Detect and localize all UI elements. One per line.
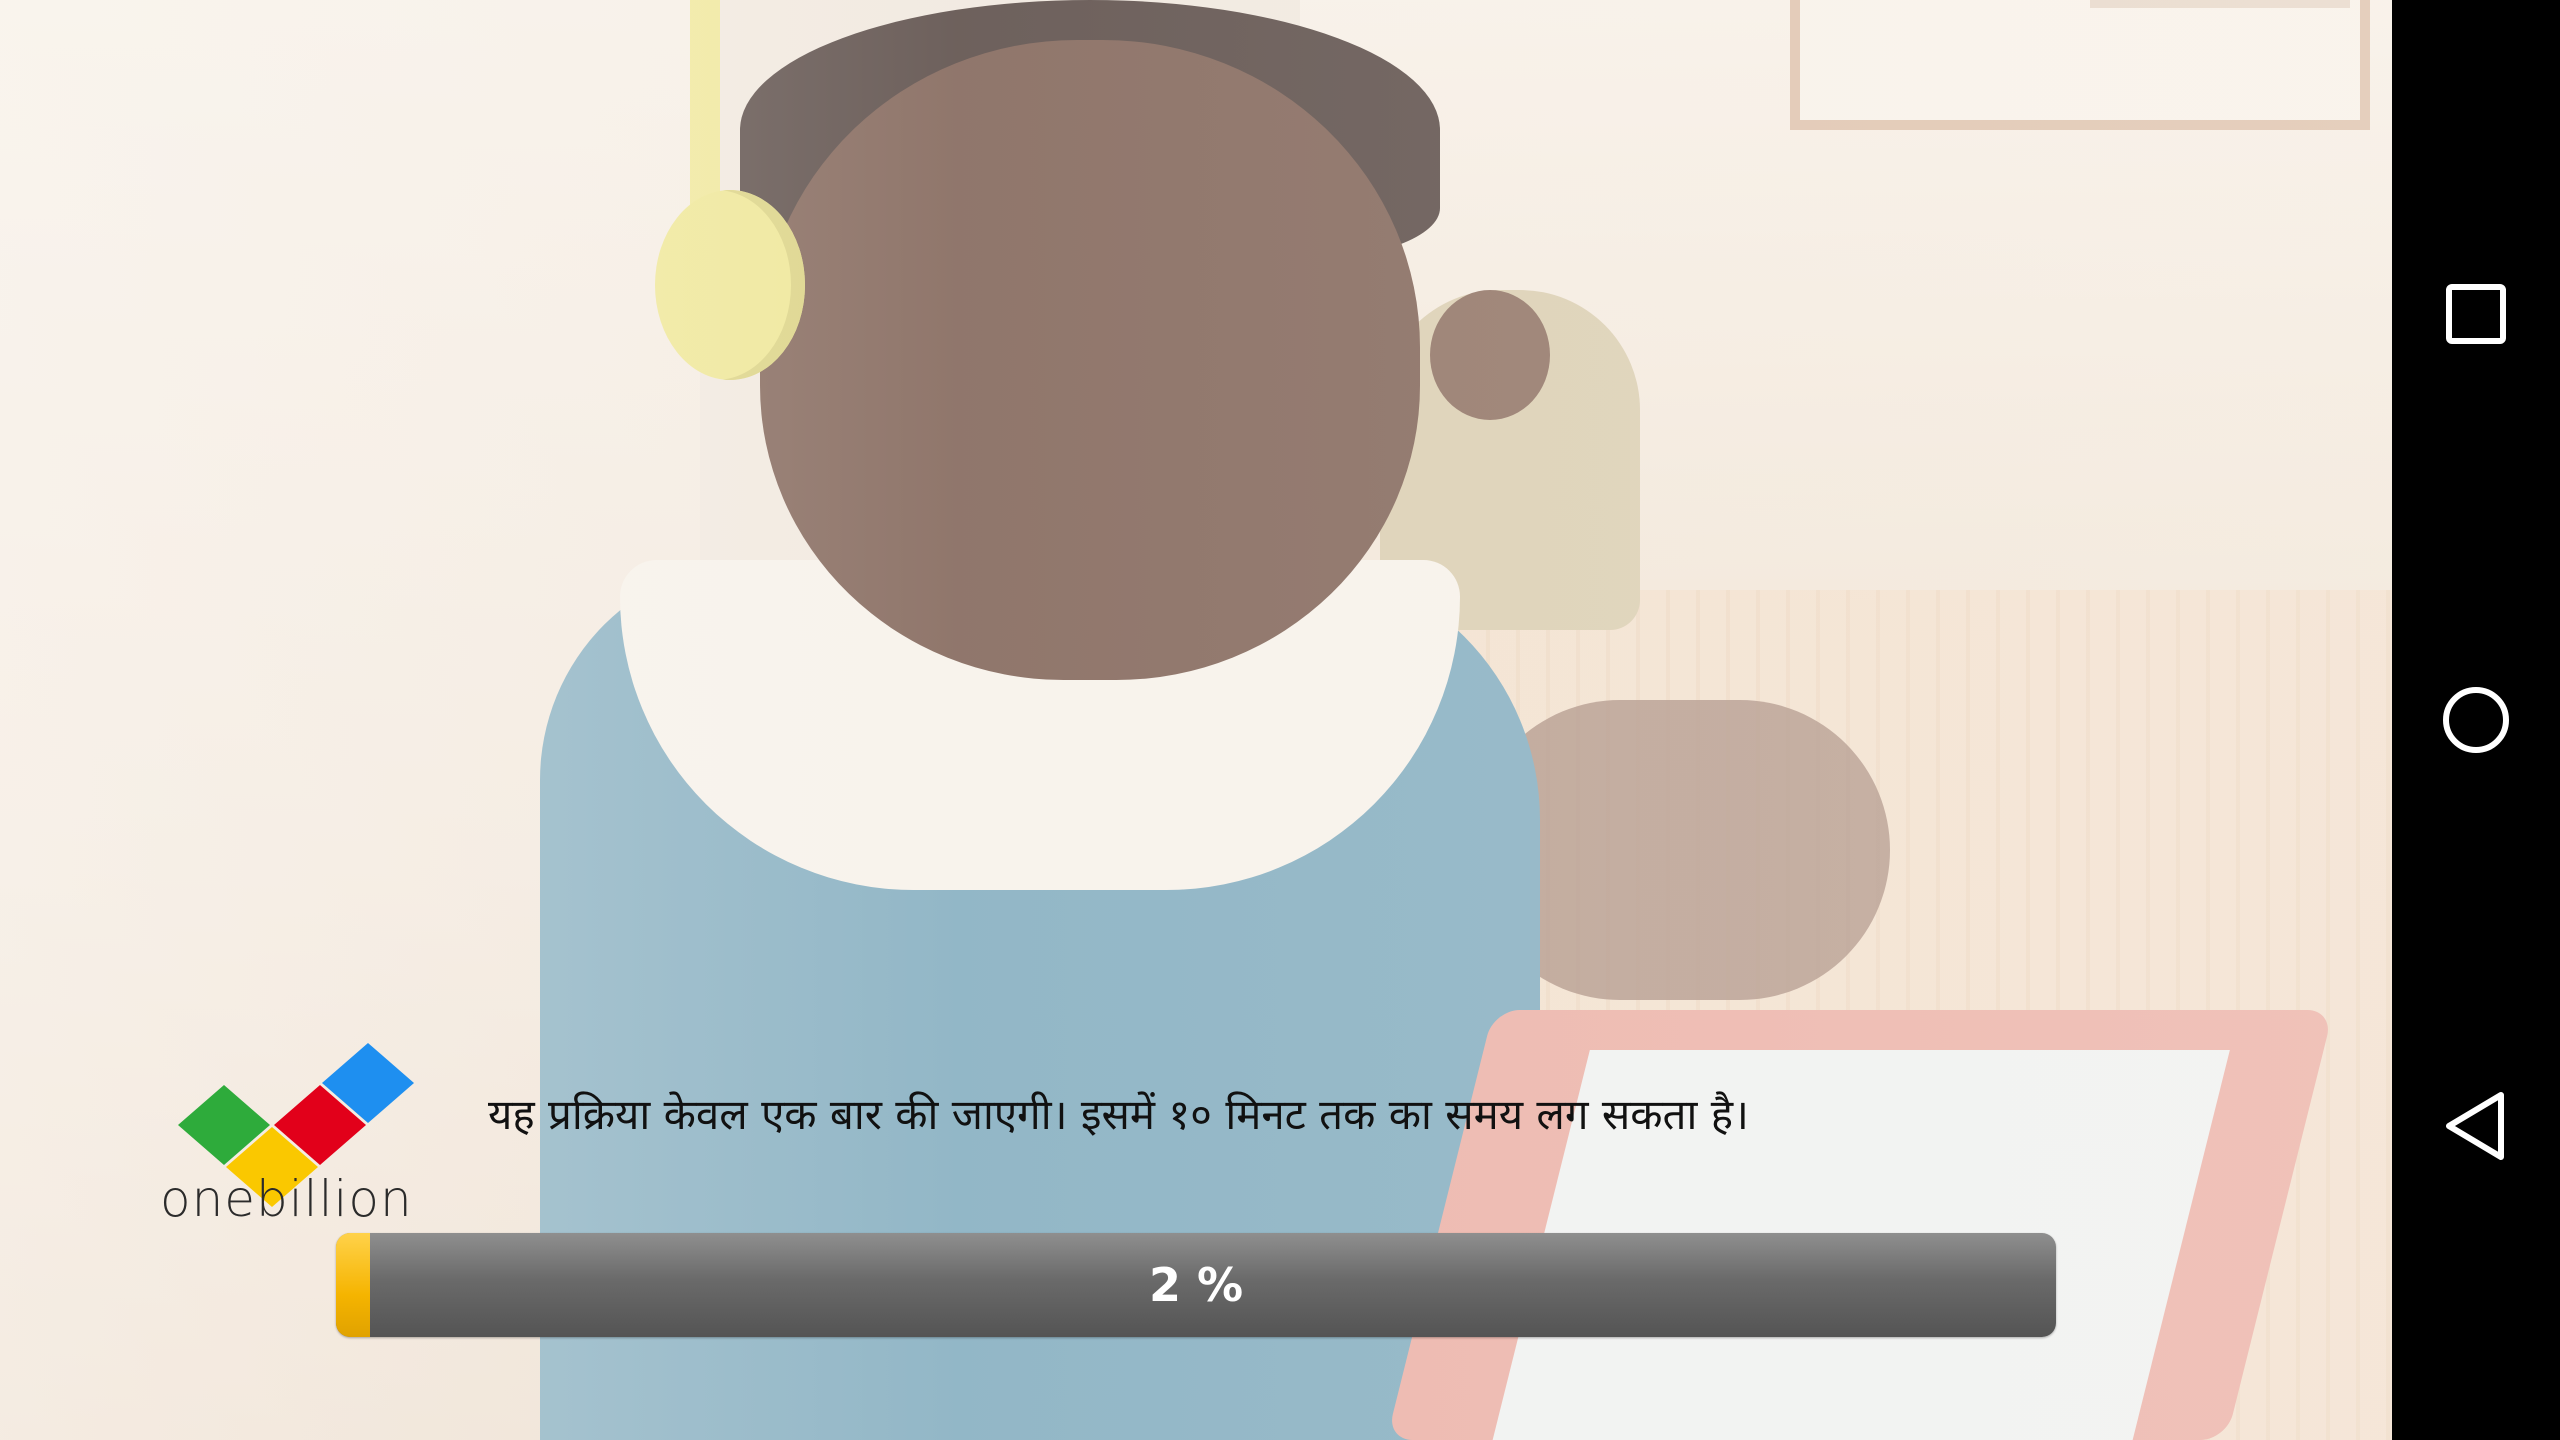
square-icon (2446, 284, 2506, 344)
back-button[interactable] (2392, 1042, 2560, 1210)
progress-bar: 2 % (336, 1233, 2056, 1337)
app-screen: onebillion यह प्रक्रिया केवल एक बार की ज… (0, 0, 2392, 1440)
circle-icon (2443, 687, 2509, 753)
home-button[interactable] (2392, 636, 2560, 804)
progress-label: 2 % (1148, 1258, 1244, 1312)
loading-message: यह प्रक्रिया केवल एक बार की जाएगी। इसमें… (488, 1090, 1749, 1139)
brand-name: onebillion (160, 1170, 413, 1228)
triangle-back-icon (2446, 1092, 2504, 1160)
android-nav-bar (2392, 0, 2560, 1440)
recents-button[interactable] (2392, 230, 2560, 398)
